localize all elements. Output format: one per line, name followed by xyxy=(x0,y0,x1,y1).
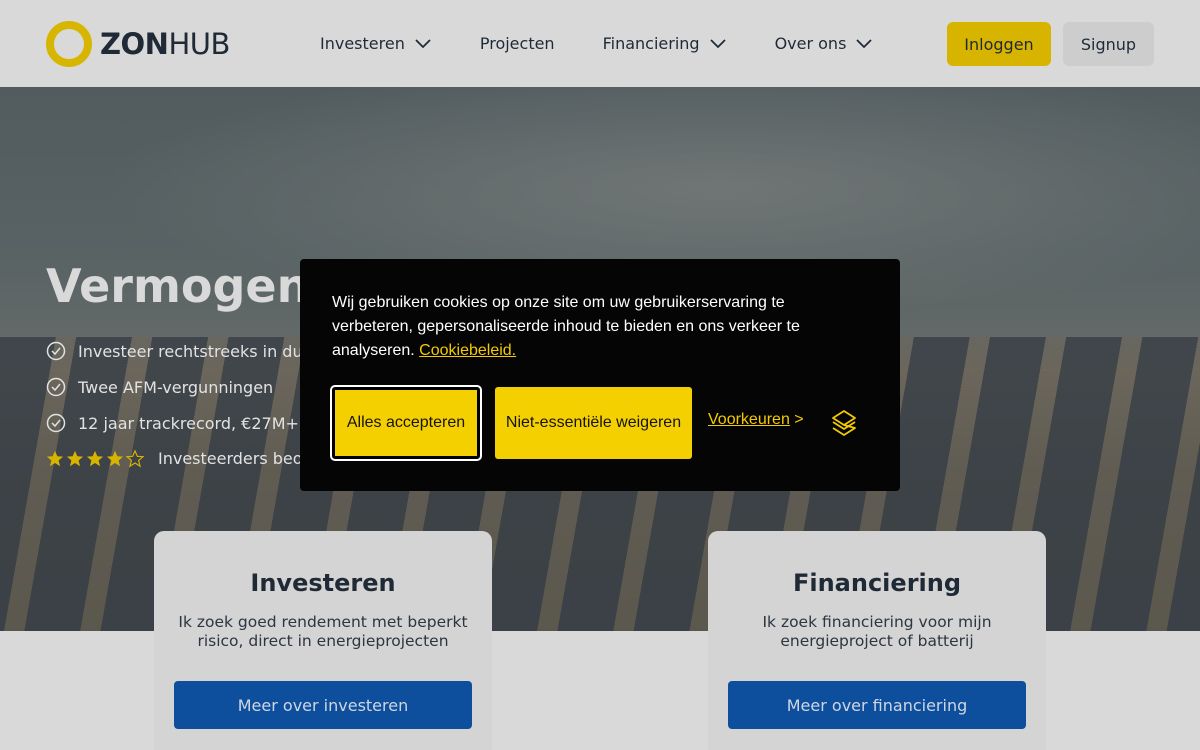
login-button[interactable]: Inloggen xyxy=(947,22,1051,66)
card-title: Investeren xyxy=(250,569,396,597)
zonhub-logo[interactable]: ZONHUB xyxy=(46,21,230,67)
chevron-down-icon xyxy=(415,39,431,49)
chevron-down-icon xyxy=(856,39,873,49)
cookie-message: Wij gebruiken cookies op onze site om uw… xyxy=(332,291,832,363)
check-circle-icon xyxy=(46,413,66,433)
nav-item-label: Investeren xyxy=(320,33,405,53)
site-header: ZONHUB Investeren Projecten Financiering… xyxy=(0,0,1200,87)
signup-button[interactable]: Signup xyxy=(1063,22,1154,66)
logo-ring-icon xyxy=(46,21,92,67)
star-filled-icon xyxy=(106,450,124,466)
hero-bullet-list: Investeer rechtstreeks in duur Twee AFM-… xyxy=(46,333,335,441)
hero-bullet: Investeer rechtstreeks in duur xyxy=(46,333,335,369)
card-title: Financiering xyxy=(792,569,962,597)
star-rating xyxy=(46,449,146,468)
cookie-provider-logo-icon xyxy=(832,410,856,436)
accept-all-button[interactable]: Alles accepteren xyxy=(330,385,482,461)
hero-bullet-text: 12 jaar trackrecord, €27M+ terc xyxy=(78,413,336,433)
nav-item-label: Projecten xyxy=(479,33,555,53)
nav-item-over-ons[interactable]: Over ons xyxy=(775,30,874,56)
hero-bullet: 12 jaar trackrecord, €27M+ terc xyxy=(46,405,335,441)
hero-bullet: Twee AFM-vergunningen xyxy=(46,369,335,405)
meer-over-investeren-button[interactable]: Meer over investeren xyxy=(174,681,472,729)
star-filled-icon xyxy=(46,450,64,466)
card-financiering: Financiering Ik zoek financiering voor m… xyxy=(708,531,1046,750)
nav-item-label: Over ons xyxy=(774,33,847,53)
check-circle-icon xyxy=(46,341,66,361)
card-description: Ik zoek goed rendement met beperkt risic… xyxy=(178,613,468,650)
nav-item-projecten[interactable]: Projecten xyxy=(480,30,555,56)
rating-text: Investeerders beoo xyxy=(158,449,313,468)
meer-over-financiering-button[interactable]: Meer over financiering xyxy=(728,681,1026,729)
star-filled-icon xyxy=(66,450,84,466)
reject-non-essential-button[interactable]: Niet-essentiële weigeren xyxy=(495,387,692,459)
star-empty-icon xyxy=(126,449,144,467)
preferences-arrow: > xyxy=(794,411,804,428)
card-investeren: Investeren Ik zoek goed rendement met be… xyxy=(154,531,492,750)
hero-bullet-text: Investeer rechtstreeks in duur xyxy=(78,341,320,361)
star-filled-icon xyxy=(86,450,104,466)
nav-item-investeren[interactable]: Investeren xyxy=(320,30,432,56)
preferences-label: Voorkeuren xyxy=(708,411,790,428)
check-circle-icon xyxy=(46,377,66,397)
nav-item-label: Financiering xyxy=(602,33,700,53)
preferences-link[interactable]: Voorkeuren > xyxy=(708,411,804,429)
main-nav: Investeren Projecten Financiering Over o… xyxy=(320,30,921,56)
cookie-message-text: Wij gebruiken cookies op onze site om uw… xyxy=(332,294,800,359)
cookie-policy-link[interactable]: Cookiebeleid. xyxy=(419,342,516,359)
hero-bullet-text: Twee AFM-vergunningen xyxy=(78,377,274,397)
chevron-down-icon xyxy=(709,39,726,49)
logo-wordmark: ZONHUB xyxy=(100,27,230,61)
card-description: Ik zoek financiering voor mijn energiepr… xyxy=(762,613,992,650)
investor-rating: Investeerders beoo xyxy=(46,449,312,468)
cookie-consent-dialog: Wij gebruiken cookies op onze site om uw… xyxy=(300,259,900,491)
nav-item-financiering[interactable]: Financiering xyxy=(603,30,727,56)
